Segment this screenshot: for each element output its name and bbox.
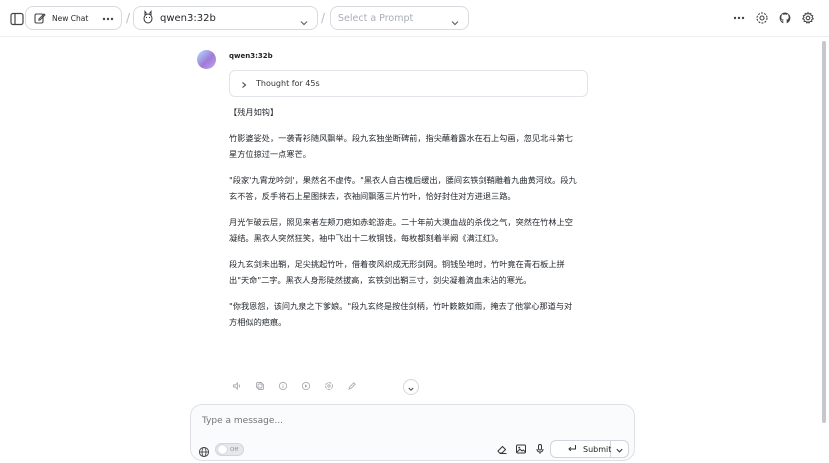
breadcrumb-separator: /: [321, 11, 326, 25]
story-paragraph: 段九玄剑未出鞘，足尖挑起竹叶，借着夜风织成无形剑网。铜钱坠地时，竹叶竟在青石板上…: [229, 259, 565, 285]
model-selector[interactable]: qwen3:32b: [133, 6, 318, 30]
message-composer: Off Submit: [190, 404, 635, 461]
submit-label: Submit: [583, 444, 612, 454]
model-name: qwen3:32b: [160, 12, 216, 24]
chevron-down-icon: [615, 440, 624, 459]
top-bar: New Chat / qwen3:32b / Select a Prompt: [0, 0, 829, 37]
github-icon[interactable]: [773, 6, 796, 30]
submit-button-group: Submit: [550, 440, 629, 458]
web-search-toggle[interactable]: Off: [215, 443, 244, 456]
message-input[interactable]: [202, 416, 622, 426]
message-model-name: qwen3:32b: [229, 52, 273, 60]
scrollbar-thumb[interactable]: [822, 41, 826, 423]
chevron-down-icon: [450, 13, 460, 32]
prompt-selector[interactable]: Select a Prompt: [330, 6, 469, 30]
more-options-icon[interactable]: [727, 6, 750, 30]
settings-gear-icon[interactable]: [750, 6, 773, 30]
story-paragraph: "你我恩怨，该问九泉之下爹娘。"段九玄终是按住剑柄，竹叶簌簌如雨，掩去了他掌心那…: [229, 301, 573, 327]
return-arrow-icon: [567, 443, 577, 455]
submit-options-dropdown[interactable]: [611, 440, 628, 459]
model-logo-icon: [142, 9, 154, 28]
copy-icon[interactable]: [252, 378, 267, 393]
breadcrumb-separator: /: [126, 11, 131, 25]
new-chat-button[interactable]: New Chat: [25, 6, 122, 30]
edit-pencil-icon[interactable]: [344, 378, 359, 393]
thought-toggle[interactable]: Thought for 45s: [229, 70, 588, 97]
toggle-knob: [218, 445, 227, 454]
regenerate-icon[interactable]: [321, 378, 336, 393]
composer-tools: [494, 441, 548, 457]
story-paragraph: 月光乍破云层，照见来者左颊刀疤如赤蛇游走。二十年前大漠血战的杀伐之气，突然在竹林…: [229, 217, 573, 243]
edit-icon: [34, 9, 46, 28]
new-chat-label: New Chat: [52, 13, 89, 23]
header-tools: [727, 6, 819, 30]
chevron-right-icon: [240, 74, 248, 93]
toggle-label: Off: [230, 446, 239, 453]
scroll-to-bottom-button[interactable]: [403, 379, 419, 395]
story-paragraph: 竹影婆娑处，一袭青衫随风飘举。段九玄独坐断碑前，指尖蘸着露水在石上勾画，忽见北斗…: [229, 133, 573, 159]
chevron-down-icon: [407, 378, 415, 397]
continue-icon[interactable]: [298, 378, 313, 393]
story-paragraph: "段家'九霄龙吟剑'，果然名不虚传。"黑衣人自古槐后缓出，腰间玄铁剑鞘雕着九曲黄…: [229, 175, 577, 201]
info-icon[interactable]: [275, 378, 290, 393]
chevron-down-icon: [299, 13, 309, 32]
microphone-icon[interactable]: [532, 441, 548, 457]
prompt-placeholder: Select a Prompt: [338, 12, 414, 24]
model-avatar: [197, 50, 216, 69]
speaker-icon[interactable]: [229, 378, 244, 393]
more-options-icon[interactable]: [101, 11, 115, 30]
thought-label: Thought for 45s: [256, 79, 320, 88]
cog-icon[interactable]: [796, 6, 819, 30]
submit-button[interactable]: Submit: [551, 441, 611, 457]
story-title: 【残月如钩】: [229, 107, 279, 117]
eraser-icon[interactable]: [494, 441, 510, 457]
scrollbar[interactable]: [821, 41, 827, 461]
globe-icon[interactable]: [198, 443, 210, 462]
message-actions: [229, 378, 359, 393]
message-content: 【残月如钩】 竹影婆娑处，一袭青衫随风飘举。段九玄独坐断碑前，指尖蘸着露水在石上…: [229, 104, 579, 340]
image-icon[interactable]: [513, 441, 529, 457]
